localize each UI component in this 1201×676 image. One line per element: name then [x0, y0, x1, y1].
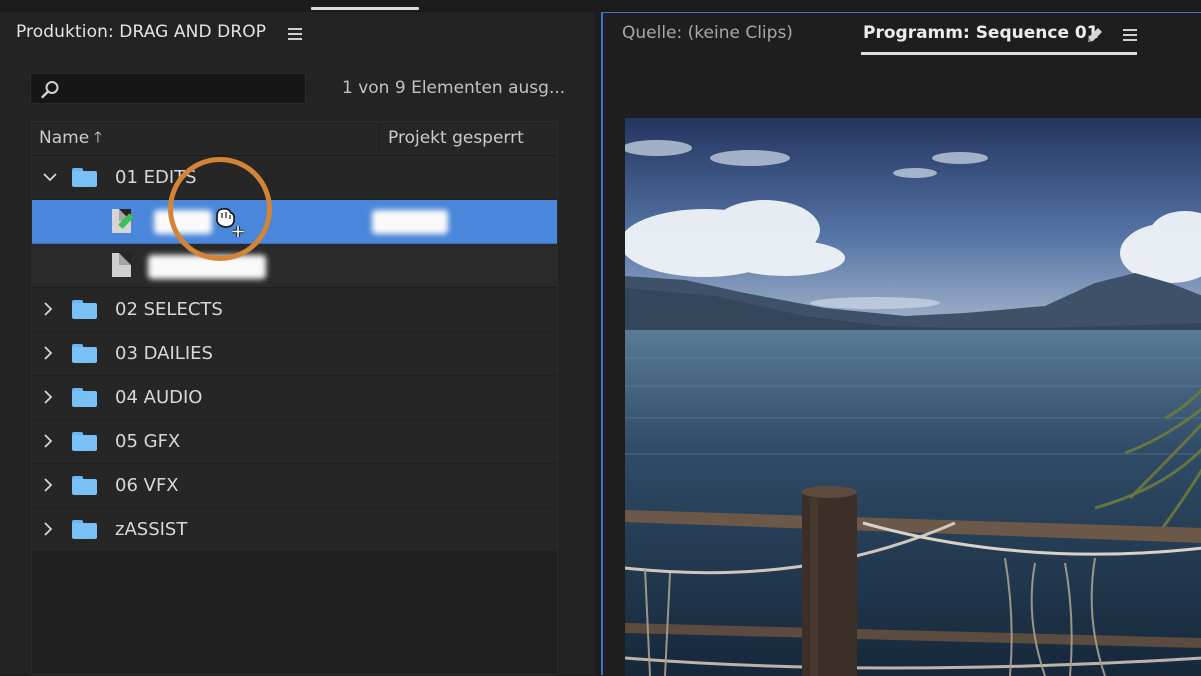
redacted-name — [148, 255, 266, 279]
bin-label: 04 AUDIO — [115, 387, 203, 408]
pencil-icon[interactable] — [1085, 25, 1105, 45]
table-row-selected[interactable] — [32, 200, 557, 244]
table-row[interactable]: 05 GFX — [32, 420, 557, 464]
active-tab-underline — [861, 52, 1137, 55]
bin-label: 02 SELECTS — [115, 299, 223, 320]
chevron-right-icon[interactable] — [40, 521, 56, 541]
table-row[interactable]: 01 EDITS — [32, 156, 557, 200]
chevron-right-icon[interactable] — [40, 477, 56, 497]
chevron-down-icon[interactable] — [42, 169, 58, 189]
program-monitor-video[interactable] — [625, 118, 1201, 676]
folder-icon — [72, 476, 97, 495]
table-row[interactable]: 03 DAILIES — [32, 332, 557, 376]
folder-icon — [72, 432, 97, 451]
video-frame-lake — [625, 118, 1201, 676]
column-header-locked[interactable]: Projekt gesperrt — [388, 128, 524, 148]
column-divider[interactable] — [379, 124, 380, 153]
search-input[interactable] — [30, 73, 306, 104]
table-row[interactable]: 06 VFX — [32, 464, 557, 508]
folder-icon — [72, 520, 97, 539]
table-header: Name 🡑 Projekt gesperrt — [32, 122, 557, 156]
hamburger-menu-icon[interactable] — [1123, 29, 1137, 44]
folder-icon — [72, 388, 97, 407]
folder-icon — [72, 300, 97, 319]
bin-label: 03 DAILIES — [115, 343, 213, 364]
folder-icon — [72, 344, 97, 363]
sort-up-icon[interactable]: 🡑 — [94, 127, 102, 152]
table-row[interactable]: 04 AUDIO — [32, 376, 557, 420]
selection-count: 1 von 9 Elementen ausg... — [342, 78, 566, 98]
bin-label: 06 VFX — [115, 475, 179, 496]
monitor-panel: Quelle: (keine Clips) Programm: Sequence… — [601, 12, 1201, 676]
folder-icon — [72, 168, 97, 187]
redacted-value — [372, 210, 448, 234]
hamburger-menu-icon[interactable] — [288, 28, 302, 43]
panel-title: Produktion: DRAG AND DROP — [16, 22, 267, 42]
table-row[interactable] — [32, 244, 557, 288]
document-icon — [112, 253, 131, 277]
project-panel: Produktion: DRAG AND DROP 1 von 9 Elemen… — [0, 12, 594, 675]
project-items-table: Name 🡑 Projekt gesperrt 01 EDITS 02 SELE… — [31, 121, 558, 675]
tab-source[interactable]: Quelle: (keine Clips) — [622, 23, 793, 43]
drag-hand-icon — [216, 208, 244, 237]
table-row[interactable]: zASSIST — [32, 508, 557, 552]
bin-label: 05 GFX — [115, 431, 181, 452]
chevron-right-icon[interactable] — [40, 345, 56, 365]
top-workspace-bar — [0, 0, 1201, 12]
search-icon — [41, 81, 59, 99]
active-workspace-indicator[interactable] — [311, 7, 419, 10]
redacted-name — [154, 210, 212, 234]
chevron-right-icon[interactable] — [40, 389, 56, 409]
column-header-name[interactable]: Name — [39, 128, 89, 148]
bin-label: zASSIST — [115, 519, 188, 540]
chevron-right-icon[interactable] — [40, 301, 56, 321]
tab-program[interactable]: Programm: Sequence 01 — [863, 23, 1099, 43]
chevron-right-icon[interactable] — [40, 433, 56, 453]
bin-label: 01 EDITS — [115, 167, 197, 188]
table-row[interactable]: 02 SELECTS — [32, 288, 557, 332]
